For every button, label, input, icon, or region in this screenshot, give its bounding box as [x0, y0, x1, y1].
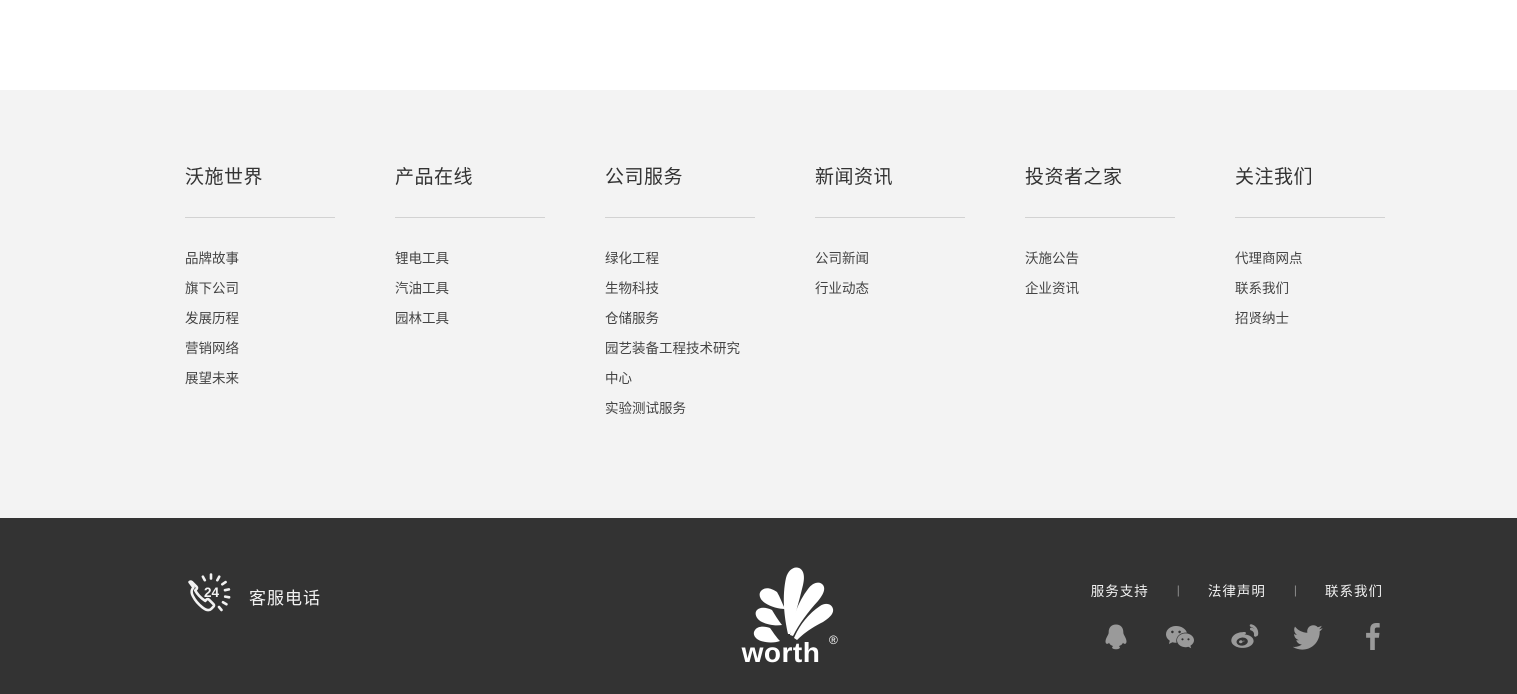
sitemap-column-title: 关注我们	[1235, 167, 1314, 188]
sitemap-column-divider	[1235, 217, 1385, 218]
sitemap-column-title: 投资者之家	[1025, 167, 1123, 188]
facebook-icon[interactable]	[1355, 620, 1389, 654]
sitemap-link[interactable]: 汽油工具	[395, 274, 541, 304]
hotline-badge-text: 24	[204, 585, 220, 600]
sitemap-column-links: 沃施公告 企业资讯	[1025, 244, 1235, 304]
sitemap-link[interactable]: 锂电工具	[395, 244, 541, 274]
hotline-label: 客服电话	[249, 588, 321, 608]
customer-service-hotline: 24 客服电话	[183, 570, 321, 622]
sitemap-link[interactable]: 展望未来	[185, 364, 331, 394]
footer-page: 沃施世界 品牌故事 旗下公司 发展历程 营销网络 展望未来 产品在线 锂电工具 汽油工具 园林工具…	[0, 0, 1517, 694]
sitemap-link[interactable]: 旗下公司	[185, 274, 331, 304]
sitemap-column-divider	[395, 217, 545, 218]
sitemap-column-title: 沃施世界	[185, 167, 264, 188]
sitemap-link[interactable]: 绿化工程	[605, 244, 751, 274]
footer-link[interactable]: 联系我们	[1325, 580, 1383, 600]
footer-link[interactable]: 服务支持	[1091, 580, 1149, 600]
sitemap-link[interactable]: 营销网络	[185, 334, 331, 364]
worth-logo[interactable]: worth ®	[724, 562, 848, 667]
page-top-whitespace	[0, 0, 1517, 90]
footer-sitemap-section: 沃施世界 品牌故事 旗下公司 发展历程 营销网络 展望未来 产品在线 锂电工具 汽油工具 园林工具…	[0, 90, 1517, 518]
sitemap-column-title: 公司服务	[605, 167, 684, 188]
sitemap-column-links: 锂电工具 汽油工具 园林工具	[395, 244, 605, 334]
sitemap-column-links: 品牌故事 旗下公司 发展历程 营销网络 展望未来	[185, 244, 395, 394]
sitemap-column: 产品在线锂电工具 汽油工具 园林工具	[395, 165, 605, 424]
sitemap-column-title: 产品在线	[395, 167, 474, 188]
twitter-icon[interactable]	[1291, 620, 1325, 654]
wechat-icon[interactable]	[1163, 620, 1197, 654]
logo-wordmark: worth	[741, 637, 821, 667]
footer-link[interactable]: 法律声明	[1208, 580, 1266, 600]
sitemap-column-divider	[605, 217, 755, 218]
sitemap-link[interactable]: 品牌故事	[185, 244, 331, 274]
sitemap-link[interactable]: 公司新闻	[815, 244, 961, 274]
qq-icon[interactable]	[1099, 620, 1133, 654]
sitemap-link[interactable]: 沃施公告	[1025, 244, 1171, 274]
sitemap-column: 投资者之家沃施公告 企业资讯	[1025, 165, 1235, 424]
logo-registered-mark: ®	[829, 633, 838, 647]
sitemap-column-divider	[815, 217, 965, 218]
sitemap-column: 新闻资讯公司新闻 行业动态	[815, 165, 1025, 424]
footer-link-separator: |	[1293, 583, 1297, 597]
sitemap-column-links: 公司新闻 行业动态	[815, 244, 1025, 304]
sitemap-link[interactable]: 生物科技	[605, 274, 751, 304]
sitemap-column-divider	[185, 217, 335, 218]
phone-24h-icon: 24	[183, 570, 235, 622]
weibo-icon[interactable]	[1227, 620, 1261, 654]
sitemap-link[interactable]: 仓储服务	[605, 304, 751, 334]
sitemap-column: 公司服务绿化工程 生物科技 仓储服务 园艺装备工程技术研究中心 实验测试服务	[605, 165, 815, 424]
footer-links: 服务支持 | 法律声明 | 联系我们	[1091, 580, 1383, 600]
sitemap-column: 关注我们代理商网点 联系我们 招贤纳士	[1235, 165, 1445, 424]
sitemap-column-title: 新闻资讯	[815, 167, 894, 188]
sitemap-link[interactable]: 招贤纳士	[1235, 304, 1381, 334]
sitemap-columns: 沃施世界 品牌故事 旗下公司 发展历程 营销网络 展望未来 产品在线 锂电工具 汽油工具 园林工具…	[185, 165, 1445, 424]
sitemap-column-links: 代理商网点 联系我们 招贤纳士	[1235, 244, 1445, 334]
social-links	[1099, 620, 1389, 654]
sitemap-link[interactable]: 发展历程	[185, 304, 331, 334]
sitemap-link[interactable]: 联系我们	[1235, 274, 1381, 304]
sitemap-link[interactable]: 园林工具	[395, 304, 541, 334]
sitemap-column-links: 绿化工程 生物科技 仓储服务 园艺装备工程技术研究中心 实验测试服务	[605, 244, 815, 424]
sitemap-link[interactable]: 代理商网点	[1235, 244, 1381, 274]
sitemap-link[interactable]: 实验测试服务	[605, 394, 751, 424]
sitemap-link[interactable]: 行业动态	[815, 274, 961, 304]
sitemap-link[interactable]: 企业资讯	[1025, 274, 1171, 304]
sitemap-link[interactable]: 园艺装备工程技术研究中心	[605, 334, 751, 394]
sitemap-column-divider	[1025, 217, 1175, 218]
footer-link-separator: |	[1176, 583, 1180, 597]
sitemap-column: 沃施世界品牌故事 旗下公司 发展历程 营销网络 展望未来	[185, 165, 395, 424]
